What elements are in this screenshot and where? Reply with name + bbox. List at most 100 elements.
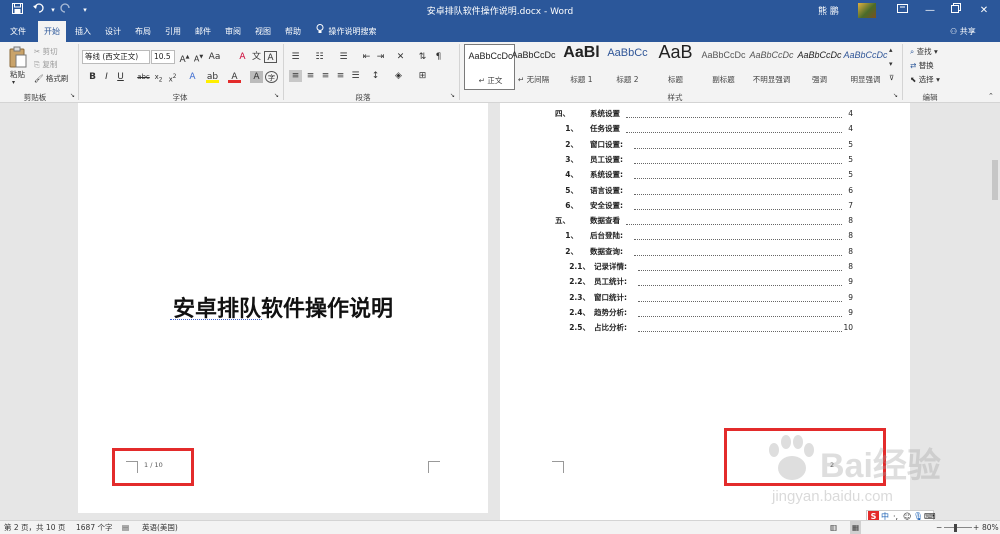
clipboard-launcher-icon[interactable]: ↘ <box>70 92 75 99</box>
style-subtitle[interactable]: AaBbCcDc 副标题 <box>698 44 749 90</box>
zoom-in-icon[interactable]: + <box>973 521 979 534</box>
toc-entry[interactable]: 6、 安全设置: 7 <box>500 199 910 213</box>
help-search[interactable]: 操作说明搜索 <box>316 21 377 42</box>
underline-icon[interactable]: U <box>114 71 127 83</box>
word-count[interactable]: 1687 个字 <box>76 521 112 534</box>
tab-mailings[interactable]: 邮件 <box>190 21 216 42</box>
distributed-icon[interactable]: ☰ <box>349 70 362 82</box>
share-button[interactable]: ⚇ 共享 <box>950 21 976 42</box>
tab-references[interactable]: 引用 <box>160 21 186 42</box>
toc-entry[interactable]: 2.3、 窗口统计: 9 <box>500 291 910 305</box>
proofing-icon[interactable]: ▤ <box>122 521 129 534</box>
ribbon-display-options-icon[interactable] <box>890 2 914 19</box>
toc-entry[interactable]: 5、 语言设置: 6 <box>500 184 910 198</box>
subscript-icon[interactable]: x2 <box>152 71 165 83</box>
styles-scroll-down-icon[interactable]: ▾ <box>889 60 893 68</box>
close-icon[interactable]: ✕ <box>972 2 996 19</box>
font-size-dropdown[interactable]: 10.5 <box>151 50 175 64</box>
tab-design[interactable]: 设计 <box>100 21 126 42</box>
style-intense-emphasis[interactable]: AaBbCcDc 明显强调 <box>840 44 891 90</box>
numbering-icon[interactable]: ☷ <box>313 51 326 63</box>
tab-home[interactable]: 开始 <box>38 21 66 42</box>
enclose-characters-icon[interactable]: 字 <box>265 71 278 83</box>
replace-button[interactable]: ⇄ 替换 <box>910 60 934 71</box>
bold-icon[interactable]: B <box>86 71 99 83</box>
tab-help[interactable]: 帮助 <box>280 21 306 42</box>
toc-entry[interactable]: 1、 后台登陆: 8 <box>500 229 910 243</box>
superscript-icon[interactable]: x2 <box>166 71 179 83</box>
grow-font-icon[interactable]: A▲ <box>178 51 191 65</box>
shading-icon[interactable]: ◈ <box>392 70 405 82</box>
paste-dropdown-icon[interactable]: ▾ <box>12 79 15 86</box>
style-no-spacing[interactable]: AaBbCcDc ↵ 无间隔 <box>508 44 559 90</box>
align-left-icon[interactable]: ≡ <box>289 70 302 82</box>
character-border-icon[interactable]: A <box>264 51 277 63</box>
show-marks-icon[interactable]: ¶ <box>432 51 445 63</box>
chinese-layout-icon[interactable]: ✕ <box>394 51 407 63</box>
minimize-icon[interactable]: — <box>918 2 942 19</box>
font-color-icon[interactable]: A <box>228 71 241 83</box>
user-name[interactable]: 熊 鹏 <box>818 4 839 17</box>
restore-icon[interactable] <box>944 2 968 19</box>
styles-scroll-up-icon[interactable]: ▴ <box>889 46 893 54</box>
decrease-indent-icon[interactable]: ⇤ <box>360 51 373 63</box>
cut-button[interactable]: ✂ 剪切 <box>34 46 58 57</box>
tab-review[interactable]: 审阅 <box>220 21 246 42</box>
tab-file[interactable]: 文件 <box>4 21 32 42</box>
change-case-icon[interactable]: Aa <box>208 51 221 63</box>
paste-icon[interactable] <box>9 46 29 68</box>
justify-icon[interactable]: ≡ <box>334 70 347 82</box>
copy-button[interactable]: ⎘ 复制 <box>34 59 57 70</box>
borders-icon[interactable]: ⊞ <box>416 70 429 82</box>
toc-entry[interactable]: 五、 数据查看 8 <box>500 214 910 228</box>
strikethrough-icon[interactable]: abc <box>137 71 150 83</box>
toc-entry[interactable]: 1、 任务设置 4 <box>500 122 910 136</box>
character-shading-icon[interactable]: A <box>250 71 263 83</box>
styles-more-icon[interactable]: ⊽ <box>889 74 894 82</box>
bullets-icon[interactable]: ☰ <box>289 51 302 63</box>
avatar[interactable] <box>858 3 876 18</box>
zoom-level[interactable]: 80% <box>982 521 999 534</box>
language[interactable]: 英语(美国) <box>142 521 178 534</box>
select-button[interactable]: ⬉ 选择 ▾ <box>910 74 940 85</box>
style-title[interactable]: AaB 标题 <box>650 42 701 90</box>
format-painter-button[interactable]: 🖌 格式刷 <box>34 73 68 84</box>
zoom-slider-thumb[interactable] <box>954 524 957 532</box>
toc-entry[interactable]: 2.2、 员工统计: 9 <box>500 275 910 289</box>
toc-entry[interactable]: 2、 窗口设置: 5 <box>500 138 910 152</box>
tab-insert[interactable]: 插入 <box>70 21 96 42</box>
align-center-icon[interactable]: ≡ <box>304 70 317 82</box>
toc-entry[interactable]: 2、 数据查询: 8 <box>500 245 910 259</box>
align-right-icon[interactable]: ≡ <box>319 70 332 82</box>
tab-layout[interactable]: 布局 <box>130 21 156 42</box>
increase-indent-icon[interactable]: ⇥ <box>374 51 387 63</box>
scrollbar-thumb[interactable] <box>992 160 998 200</box>
highlight-icon[interactable]: ab <box>206 71 219 83</box>
style-heading-1[interactable]: AaBl 标题 1 <box>556 44 607 90</box>
phonetic-guide-icon[interactable]: 文 <box>250 51 263 63</box>
find-button[interactable]: ⌕ 查找 ▾ <box>910 46 938 57</box>
shrink-font-icon[interactable]: A▼ <box>192 51 205 64</box>
style-subtle-emphasis[interactable]: AaBbCcDc 不明显强调 <box>746 44 797 90</box>
zoom-slider[interactable] <box>944 527 972 528</box>
read-mode-icon[interactable]: ▥ <box>830 521 837 534</box>
style-heading-2[interactable]: AaBbCc 标题 2 <box>602 44 653 90</box>
italic-icon[interactable]: I <box>100 71 113 83</box>
font-name-dropdown[interactable]: 等线 (西文正文) <box>82 50 150 64</box>
styles-launcher-icon[interactable]: ↘ <box>893 92 898 99</box>
paragraph-launcher-icon[interactable]: ↘ <box>450 92 455 99</box>
toc-entry[interactable]: 2.1、 记录详情: 8 <box>500 260 910 274</box>
print-layout-icon[interactable]: ▦ <box>850 521 862 534</box>
line-spacing-icon[interactable]: ↕ <box>369 70 382 82</box>
text-effects-icon[interactable]: A <box>186 71 199 83</box>
toc-entry[interactable]: 2.4、 趋势分析: 9 <box>500 306 910 320</box>
tab-view[interactable]: 视图 <box>250 21 276 42</box>
multilevel-list-icon[interactable]: ☰ <box>337 51 350 63</box>
font-launcher-icon[interactable]: ↘ <box>274 92 279 99</box>
toc-entry[interactable]: 3、 员工设置: 5 <box>500 153 910 167</box>
toc-entry[interactable]: 4、 系统设置: 5 <box>500 168 910 182</box>
collapse-ribbon-icon[interactable]: ⌃ <box>988 92 994 100</box>
toc-entry[interactable]: 2.5、 占比分析: 10 <box>500 321 910 335</box>
sort-icon[interactable]: ⇅ <box>416 51 429 63</box>
zoom-out-icon[interactable]: − <box>936 521 942 534</box>
